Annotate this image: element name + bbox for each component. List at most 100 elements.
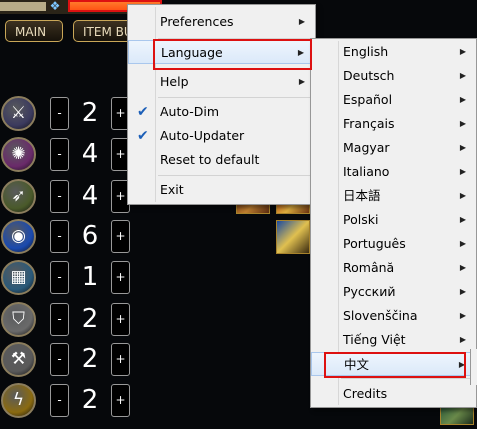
menu-item-label: Deutsch (343, 68, 395, 83)
submenu-arrow-icon: ▶ (459, 239, 466, 248)
menu-item-label: 中文 (344, 357, 370, 372)
menu-separator (158, 38, 313, 39)
menu-separator (158, 68, 313, 69)
language-item[interactable]: Română ▶ (311, 256, 476, 280)
menu-item-label: Tiếng Việt (343, 332, 406, 347)
item-glyph: ✺ (11, 144, 26, 164)
increment-button[interactable]: + (111, 303, 130, 336)
submenu-arrow-icon: ▶ (459, 263, 466, 272)
language-item[interactable]: Italiano ▶ (311, 160, 476, 184)
item-count: 4 (81, 139, 99, 169)
item-count: 6 (81, 221, 99, 251)
menu-item-auto-updater[interactable]: ✔ Auto-Updater (128, 124, 315, 148)
menu-item-label: Русский (343, 284, 396, 299)
menu-item-label: Auto-Dim (160, 104, 220, 119)
language-item[interactable]: Magyar ▶ (311, 136, 476, 160)
check-icon: ✔ (137, 104, 149, 120)
language-item[interactable]: Slovenščina ▶ (311, 304, 476, 328)
menu-item-preferences[interactable]: Preferences ▶ (128, 10, 315, 34)
chinese-submenu-edge (470, 349, 477, 385)
water-orb-icon: ◉ (1, 219, 36, 254)
menu-item-credits[interactable]: Credits (311, 382, 476, 406)
submenu-arrow-icon: ▶ (459, 287, 466, 296)
decrement-button[interactable]: - (50, 303, 69, 336)
menu-item-label: Italiano (343, 164, 390, 179)
language-item[interactable]: Polski ▶ (311, 208, 476, 232)
crossed-swords-icon: ⚔ (1, 96, 36, 131)
item-glyph: ▦ (10, 267, 27, 287)
language-item[interactable]: Français ▶ (311, 112, 476, 136)
increment-button[interactable]: + (111, 384, 130, 417)
menu-item-label: Exit (160, 182, 184, 197)
item-count: 2 (81, 304, 99, 334)
language-item[interactable]: English ▶ (311, 40, 476, 64)
chainmail-icon: ▦ (1, 260, 36, 295)
menu-item-label: Español (343, 92, 393, 107)
submenu-arrow-icon: ▶ (298, 17, 305, 26)
menu-item-help[interactable]: Help ▶ (128, 70, 315, 94)
menu-item-reset-to-default[interactable]: Reset to default (128, 148, 315, 172)
item-count: 2 (81, 98, 99, 128)
submenu-arrow-icon: ▶ (459, 311, 466, 320)
menu-item-language[interactable]: Language ▶ (128, 40, 315, 64)
resource-bar (0, 2, 46, 11)
submenu-arrow-icon: ▶ (459, 47, 466, 56)
item-builds-tab-button[interactable]: ITEM BUILDS (73, 20, 133, 42)
language-item[interactable]: Tiếng Việt ▶ (311, 328, 476, 352)
increment-button[interactable]: + (111, 261, 130, 294)
submenu-arrow-icon: ▶ (298, 77, 305, 86)
submenu-arrow-icon: ▶ (458, 360, 465, 369)
item-glyph: ◉ (11, 226, 26, 246)
lightning-icon: ϟ (1, 383, 36, 418)
submenu-arrow-icon: ▶ (459, 335, 466, 344)
item-glyph: ⛉ (12, 309, 25, 329)
item-count: 1 (81, 262, 99, 292)
submenu-arrow-icon: ▶ (459, 71, 466, 80)
item-glyph: ⚒ (10, 349, 27, 369)
decrement-button[interactable]: - (50, 180, 69, 213)
menu-item-label: Slovenščina (343, 308, 418, 323)
item-glyph: ϟ (12, 390, 25, 410)
increment-button[interactable]: + (111, 220, 130, 253)
context-menu: Preferences ▶ Language ▶ Help ▶ ✔ Auto-D… (127, 4, 316, 205)
decrement-button[interactable]: - (50, 384, 69, 417)
decrement-button[interactable]: - (50, 261, 69, 294)
menu-item-label: 日本語 (343, 188, 381, 203)
decrement-button[interactable]: - (50, 220, 69, 253)
submenu-arrow-icon: ▶ (459, 215, 466, 224)
item-count: 4 (81, 181, 99, 211)
menu-item-label: Language (161, 45, 223, 60)
submenu-arrow-icon: ▶ (459, 143, 466, 152)
language-item[interactable]: 日本語 ▶ (311, 184, 476, 208)
anvil-icon: ⚒ (1, 342, 36, 377)
item-tile[interactable] (440, 405, 474, 425)
item-count: 2 (81, 385, 99, 415)
language-item[interactable]: Español ▶ (311, 88, 476, 112)
main-tab-button[interactable]: MAIN (5, 20, 63, 42)
language-item[interactable]: 中文 ▶ (311, 352, 476, 376)
menu-separator (158, 175, 313, 176)
gear-orb-icon: ✺ (1, 137, 36, 172)
gem-icon: ❖ (49, 0, 61, 13)
language-item[interactable]: Русский ▶ (311, 280, 476, 304)
decrement-button[interactable]: - (50, 343, 69, 376)
decrement-button[interactable]: - (50, 97, 69, 130)
language-submenu: English ▶ Deutsch ▶ Español ▶ Français ▶ Magyar ▶… (310, 38, 477, 408)
menu-item-auto-dim[interactable]: ✔ Auto-Dim (128, 100, 315, 124)
item-tile[interactable] (276, 220, 310, 254)
menu-item-label: Português (343, 236, 406, 251)
menu-item-label: Help (160, 74, 189, 89)
item-glyph: ⚔ (10, 103, 27, 123)
menu-item-exit[interactable]: Exit (128, 178, 315, 202)
menu-separator (341, 378, 474, 379)
menu-item-label: Français (343, 116, 395, 131)
submenu-arrow-icon: ▶ (459, 191, 466, 200)
bow-icon: ➶ (1, 179, 36, 214)
menu-item-label: Auto-Updater (160, 128, 245, 143)
decrement-button[interactable]: - (50, 138, 69, 171)
language-item[interactable]: Deutsch ▶ (311, 64, 476, 88)
submenu-arrow-icon: ▶ (459, 95, 466, 104)
language-item[interactable]: Português ▶ (311, 232, 476, 256)
increment-button[interactable]: + (111, 343, 130, 376)
check-icon: ✔ (137, 128, 149, 144)
